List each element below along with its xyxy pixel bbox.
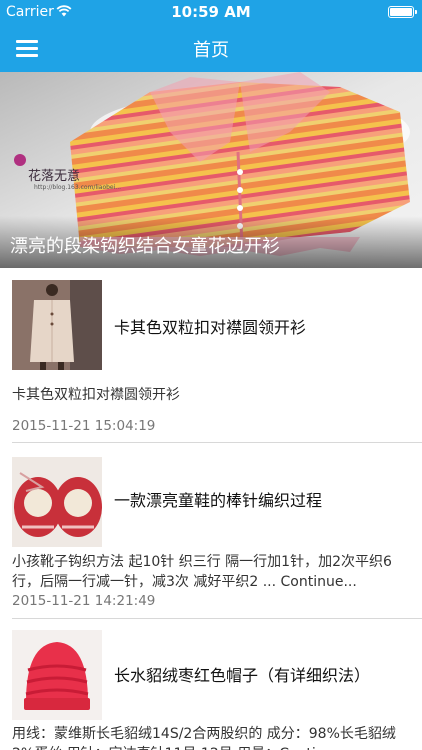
- divider: [12, 618, 422, 619]
- article-title: 卡其色双粒扣对襟圆领开衫: [114, 318, 307, 337]
- article-thumbnail: [12, 630, 102, 720]
- article-summary: 小孩靴子钩织方法 起10针 织三行 隔一行加1针，加2次平织6行，后隔一行减一针…: [12, 554, 392, 590]
- article-summary: 卡其色双粒扣对襟圆领开衫: [12, 387, 180, 403]
- article-item[interactable]: 卡其色双粒扣对襟圆领开衫 卡其色双粒扣对襟圆领开衫 2015-11-21 15:…: [0, 268, 422, 444]
- article-item[interactable]: 长水貂绒枣红色帽子（有详细织法） 用线：蒙维斯长毛貂绒14S/2合两股织的 成分…: [0, 620, 422, 750]
- page-title: 首页: [193, 40, 229, 61]
- hero-banner[interactable]: 花落无意 http://blog.163.com/liaobei... 漂亮的段…: [0, 72, 422, 268]
- article-date: 2015-11-21 15:04:19: [12, 418, 156, 434]
- hero-watermark-url: http://blog.163.com/liaobei...: [34, 184, 122, 191]
- article-item[interactable]: 一款漂亮童鞋的棒针编织过程 小孩靴子钩织方法 起10针 织三行 隔一行加1针，加…: [0, 446, 422, 622]
- article-title: 一款漂亮童鞋的棒针编织过程: [114, 491, 323, 510]
- hero-watermark: 花落无意: [28, 169, 81, 184]
- article-summary: 用线：蒙维斯长毛貂绒14S/2合两股织的 成分：98%长毛貂绒 2%蛋丝 用针：…: [12, 726, 396, 750]
- navigation-bar: 首页: [0, 24, 422, 72]
- clock: 10:59 AM: [171, 3, 251, 21]
- divider: [12, 442, 422, 443]
- article-title: 长水貂绒枣红色帽子（有详细织法）: [114, 666, 371, 685]
- status-bar: Carrier 10:59 AM: [0, 0, 422, 24]
- battery-icon: [388, 6, 417, 18]
- article-date: 2015-11-21 14:21:49: [12, 593, 156, 609]
- article-thumbnail: [12, 457, 102, 547]
- article-thumbnail: [12, 280, 102, 370]
- hero-caption: 漂亮的段染钩织结合女童花边开衫: [10, 236, 280, 257]
